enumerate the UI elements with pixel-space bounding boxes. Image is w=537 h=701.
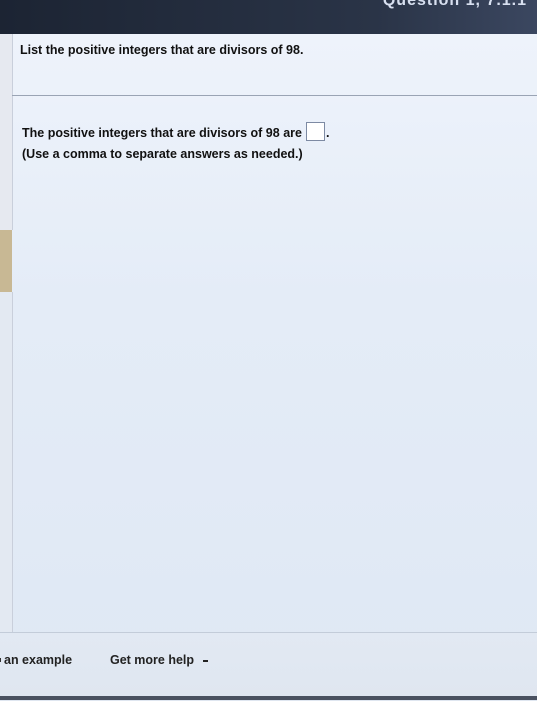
question-header: Question 1, 7.1.1 — [382, 0, 527, 9]
left-sidebar-tab[interactable] — [0, 230, 12, 292]
view-example-button[interactable]: an example — [4, 653, 72, 667]
question-page: List the positive integers that are divi… — [0, 34, 537, 701]
question-prompt: List the positive integers that are divi… — [20, 43, 304, 57]
caret-down-icon — [202, 659, 208, 662]
top-bar: Question 1, 7.1.1 — [0, 0, 537, 34]
bottom-edge — [0, 696, 537, 700]
divider — [12, 95, 537, 96]
get-more-help-label: Get more help — [110, 653, 195, 667]
answer-input[interactable] — [305, 122, 325, 141]
answer-suffix: . — [325, 125, 330, 140]
view-example-label: an example — [4, 653, 73, 667]
answer-hint: (Use a comma to separate answers as need… — [22, 147, 303, 161]
bullet-icon — [0, 658, 1, 662]
answer-prefix: The positive integers that are divisors … — [22, 125, 302, 140]
bottom-toolbar: an example Get more help — [0, 632, 537, 701]
get-more-help-button[interactable]: Get more help — [110, 653, 208, 667]
question-panel: List the positive integers that are divi… — [12, 34, 537, 632]
answer-line: The positive integers that are divisors … — [22, 122, 330, 141]
